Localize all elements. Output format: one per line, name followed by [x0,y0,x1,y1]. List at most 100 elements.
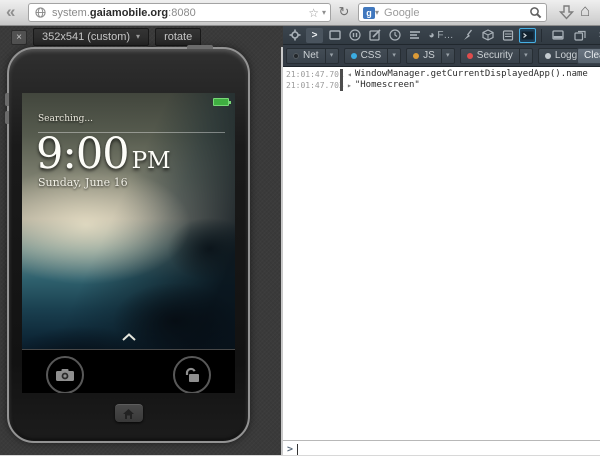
toolbar-separator [541,29,542,42]
tab-inspector[interactable] [326,28,343,43]
js-dot-icon [413,53,419,59]
dock-bottom-icon[interactable] [549,28,566,43]
back-icon[interactable]: « [6,2,13,22]
filter-js-dropdown[interactable]: ▾ [442,48,455,64]
rdm-rotate-label: rotate [164,29,192,45]
text-cursor [297,444,298,455]
clear-console-button[interactable]: Clear [577,48,600,64]
css-dot-icon [351,53,357,59]
filter-group-net: Net ▾ [286,48,339,64]
lockscreen-clock: 9:00PM [36,133,171,176]
clock-time: 9:00 [36,129,129,179]
timestamp: 21:01:47.703 [283,80,340,91]
clock-meridiem: PM [132,148,171,174]
search-engine-icon[interactable]: g [363,7,375,19]
bookmark-star-icon[interactable]: ☆ [308,7,319,19]
filter-css-dropdown[interactable]: ▾ [388,48,401,64]
clean-broom-icon[interactable] [459,28,476,43]
filter-css-button[interactable]: CSS [344,48,389,64]
chevron-up-icon[interactable] [121,333,137,341]
urlbar-dropdown-icon[interactable]: ▾ [322,9,326,17]
lockscreen-button-panel [22,349,235,393]
tab-webconsole[interactable]: > [306,28,323,43]
rdm-rotate-button[interactable]: rotate [155,28,201,46]
developer-toolbar-icon[interactable] [519,28,536,43]
url-port: :8080 [168,7,196,19]
search-placeholder: Google [384,7,419,19]
rdm-size-label: 352x541 (custom) [42,29,130,45]
filter-net-button[interactable]: Net [286,48,326,64]
device-screen[interactable]: Searching... 9:00PM Sunday, June 16 [22,93,235,393]
console-output[interactable]: 21:01:47.701 ◂ WindowManager.getCurrentD… [283,67,600,440]
rdm-close-button[interactable]: × [11,30,27,45]
console-row-input[interactable]: 21:01:47.701 ◂ WindowManager.getCurrentD… [283,69,600,80]
download-icon[interactable] [558,4,575,21]
firebug-icon[interactable]: ◕ F… [426,28,456,43]
options-gear-icon[interactable] [286,28,303,43]
console-filter-bar: Net ▾ CSS ▾ JS ▾ [283,45,600,67]
bottom-background [0,455,600,476]
globe-icon [35,7,46,18]
home-icon [123,409,134,419]
filter-group-security: Security ▾ [460,48,533,64]
carrier-status: Searching... [38,114,93,124]
camera-icon [55,368,75,382]
responsive-mode-panel: × 352x541 (custom) ▾ rotate Searching...… [0,26,283,455]
security-dot-icon [467,53,473,59]
devtools-window-controls: × [539,28,600,43]
rdm-toolbar: × 352x541 (custom) ▾ rotate [0,26,283,48]
filter-js-button[interactable]: JS [406,48,442,64]
filter-net-dropdown[interactable]: ▾ [326,48,339,64]
search-box[interactable]: g ▾ Google [358,3,547,22]
console-output-text: "Homescreen" [355,80,420,91]
tab-debugger[interactable] [346,28,363,43]
screenshot-root: « system.gaiamobile.org:8080 ☆ ▾ ↻ g ▾ G… [0,0,600,476]
lockscreen-date: Sunday, June 16 [38,176,128,189]
devtools-tabstrip: > [283,26,600,45]
console-message: ◂ WindowManager.getCurrentDisplayedApp()… [340,69,588,80]
rdm-size-dropdown[interactable]: 352x541 (custom) ▾ [33,28,149,46]
filter-group-css: CSS ▾ [344,48,402,64]
device-home-button[interactable] [115,404,143,422]
filter-security-button[interactable]: Security [460,48,520,64]
search-icon[interactable] [529,6,542,19]
filter-css-label: CSS [361,49,382,63]
battery-icon [213,98,229,106]
console-row-output[interactable]: 21:01:47.703 ▸ "Homescreen" [283,80,600,91]
volume-down-button [5,111,9,124]
filter-net-label: Net [303,49,319,63]
tab-profiler-clock-icon[interactable] [386,28,403,43]
devtools-panel: > [283,26,600,457]
output-arrow-icon: ▸ [347,81,352,90]
url-domain: gaiamobile.org [90,7,168,19]
unlock-button[interactable] [173,356,211,393]
device-frame: Searching... 9:00PM Sunday, June 16 [7,47,250,443]
search-engine-dropdown-icon[interactable]: ▾ [375,9,379,17]
camera-button[interactable] [46,356,84,393]
console-message: ▸ "Homescreen" [340,80,420,91]
console-prompt: > [287,444,293,455]
tab-network-icon[interactable] [406,28,423,43]
url-subdomain: system. [52,7,90,19]
tilt-3d-cube-icon[interactable] [479,28,496,43]
logging-dot-icon [545,53,551,59]
tab-style-editor[interactable] [366,28,383,43]
volume-up-button [5,93,9,106]
browser-home-icon[interactable]: ⌂ [580,1,590,21]
input-arrow-icon: ◂ [347,70,352,79]
url-bar[interactable]: system.gaiamobile.org:8080 ☆ ▾ [28,3,331,22]
filter-js-label: JS [423,49,435,63]
reload-icon[interactable]: ↻ [336,4,352,20]
close-icon[interactable]: × [593,28,600,43]
filter-group-js: JS ▾ [406,48,455,64]
net-dot-icon [293,53,299,59]
undock-window-icon[interactable] [571,28,588,43]
filter-security-dropdown[interactable]: ▾ [520,48,533,64]
url-text: system.gaiamobile.org:8080 [52,7,196,19]
filter-security-label: Security [477,49,513,63]
unlock-icon [183,367,201,383]
timestamp: 21:01:47.701 [283,69,340,80]
scratchpad-icon[interactable] [499,28,516,43]
power-button [187,45,213,49]
console-input-text: WindowManager.getCurrentDisplayedApp().n… [355,69,588,80]
